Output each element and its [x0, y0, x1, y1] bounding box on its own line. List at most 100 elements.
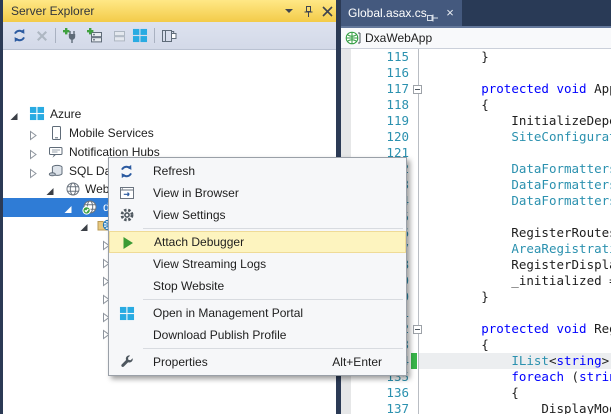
- refresh-button[interactable]: [10, 27, 28, 44]
- menu-item-attach-debugger[interactable]: Attach Debugger: [109, 231, 406, 253]
- tree-item-label: Mobile Services: [69, 124, 154, 143]
- code-text: RegisterDispla: [421, 257, 611, 273]
- browser-icon: [118, 185, 135, 201]
- menu-item-refresh[interactable]: Refresh: [109, 160, 406, 182]
- code-text: SiteConfigurat: [421, 129, 611, 145]
- pin-icon[interactable]: [300, 3, 316, 19]
- menu-separator: [143, 348, 403, 349]
- line-number: 119: [351, 113, 409, 129]
- code-text: _initialized =: [421, 273, 611, 289]
- menu-item-label: Stop Website: [153, 275, 224, 297]
- stop-refresh-button[interactable]: [33, 27, 51, 44]
- menu-item-download-publish-profile[interactable]: Download Publish Profile: [109, 324, 406, 346]
- expander-expanded-icon[interactable]: [63, 202, 79, 214]
- server-explorer-toolbar: [3, 22, 336, 50]
- line-number: 117: [351, 81, 409, 97]
- menu-item-label: Download Publish Profile: [153, 324, 286, 346]
- close-icon[interactable]: [319, 3, 335, 19]
- mobile-icon: [48, 125, 64, 141]
- close-icon[interactable]: ×: [443, 0, 457, 26]
- line-number: 137: [351, 401, 409, 414]
- wrench-icon: [118, 354, 135, 370]
- code-text: {: [421, 97, 489, 113]
- code-text: }: [421, 49, 489, 65]
- code-line-115: 115 }: [341, 49, 611, 65]
- manage-connections-button[interactable]: [160, 27, 178, 44]
- code-text: protected void App: [421, 81, 611, 97]
- line-number: 120: [351, 129, 409, 145]
- tree-item-azure[interactable]: Azure: [3, 105, 336, 124]
- code-line-116: 116: [341, 65, 611, 81]
- code-text: DataFormatters: [421, 193, 611, 209]
- menu-item-label: View in Browser: [153, 182, 239, 204]
- expander-expanded-icon[interactable]: [9, 109, 25, 121]
- globe-icon: [65, 181, 81, 197]
- tree-item-mobile-services[interactable]: Mobile Services: [3, 124, 336, 143]
- expander-collapsed-icon[interactable]: [28, 128, 44, 140]
- line-number: 118: [351, 97, 409, 113]
- code-text: InitializeDepe: [421, 113, 611, 129]
- menu-item-label: Attach Debugger: [154, 232, 244, 252]
- code-text: AreaRegistrati: [421, 241, 611, 257]
- pin-icon[interactable]: [426, 7, 439, 20]
- code-text: foreach (strin: [421, 369, 611, 385]
- code-text: }: [421, 289, 489, 305]
- navbar-type-name: DxaWebApp: [365, 28, 432, 48]
- tab-title: Global.asax.cs: [348, 0, 427, 26]
- connect-server-button[interactable]: [86, 27, 104, 44]
- menu-item-label: Open in Management Portal: [153, 302, 303, 324]
- change-tracking-bar: [411, 353, 417, 369]
- tab-global-asax-cs[interactable]: Global.asax.cs ×: [341, 0, 462, 26]
- azure-logo-icon: [29, 106, 45, 122]
- code-text: RegisterRoutes: [421, 225, 611, 241]
- expander-expanded-icon[interactable]: [79, 220, 95, 232]
- expander-collapsed-icon[interactable]: [28, 166, 44, 178]
- menu-separator: [143, 228, 403, 229]
- refresh-icon: [118, 163, 135, 179]
- menu-item-shortcut: Alt+Enter: [332, 351, 382, 373]
- menu-separator: [143, 299, 403, 300]
- menu-item-open-in-management-portal[interactable]: Open in Management Portal: [109, 302, 406, 324]
- class-icon: [345, 30, 362, 49]
- server-explorer-titlebar[interactable]: Server Explorer: [3, 0, 336, 22]
- azure-logo-icon: [118, 305, 135, 321]
- code-line-120: 120 SiteConfigurat: [341, 129, 611, 145]
- globe-check-icon: [82, 199, 98, 215]
- database-icon: [48, 163, 64, 179]
- expander-expanded-icon[interactable]: [45, 184, 61, 196]
- menu-item-view-settings[interactable]: View Settings: [109, 204, 406, 226]
- panel-title: Server Explorer: [11, 0, 94, 22]
- menu-item-view-streaming-logs[interactable]: View Streaming Logs: [109, 253, 406, 275]
- menu-item-label: Refresh: [153, 160, 195, 182]
- vs-window: Server Explorer AzureMobile ServicesNoti…: [0, 0, 611, 414]
- toolbar-separator: [55, 28, 56, 43]
- expander-collapsed-icon[interactable]: [28, 147, 44, 159]
- code-line-118: 118 {: [341, 97, 611, 113]
- code-line-137: 137 DisplayMod: [341, 401, 611, 414]
- gear-icon: [118, 207, 135, 223]
- code-line-136: 136 {: [341, 385, 611, 401]
- line-number: 115: [351, 49, 409, 65]
- connect-data-source-button[interactable]: [62, 27, 80, 44]
- menu-item-label: View Streaming Logs: [153, 253, 266, 275]
- code-line-117: 117 protected void App: [341, 81, 611, 97]
- context-menu: RefreshView in BrowserView Settings Attac…: [108, 157, 407, 376]
- document-tab-strip: Global.asax.cs ×: [341, 0, 611, 26]
- connect-server-disabled-button[interactable]: [110, 27, 128, 44]
- azure-logo-button[interactable]: [131, 27, 149, 44]
- menu-item-stop-website[interactable]: Stop Website: [109, 275, 406, 297]
- code-text: DataFormatters: [421, 177, 611, 193]
- code-text: DisplayMod: [421, 401, 611, 414]
- editor-navigation-bar[interactable]: DxaWebApp: [341, 28, 611, 49]
- line-number: 136: [351, 385, 409, 401]
- menu-item-view-in-browser[interactable]: View in Browser: [109, 182, 406, 204]
- play-icon: [119, 235, 136, 251]
- menu-item-properties[interactable]: Properties Alt+Enter: [109, 351, 406, 373]
- window-position-caret-icon[interactable]: [281, 3, 297, 19]
- code-line-119: 119 InitializeDepe: [341, 113, 611, 129]
- code-text: {: [421, 385, 519, 401]
- notification-icon: [48, 144, 64, 160]
- menu-item-label: Properties: [153, 351, 208, 373]
- code-text: protected void Reg: [421, 321, 611, 337]
- line-number: 116: [351, 65, 409, 81]
